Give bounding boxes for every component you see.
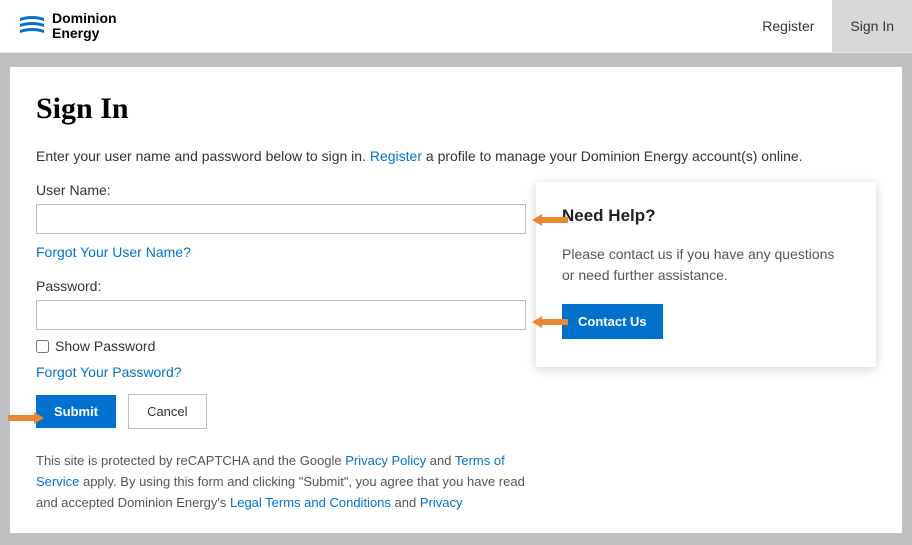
button-row: Submit Cancel [36, 394, 526, 429]
password-label: Password: [36, 278, 526, 294]
footer-t4: and [391, 495, 420, 510]
dominion-logo-icon [18, 12, 46, 40]
footer-t1: This site is protected by reCAPTCHA and … [36, 453, 345, 468]
help-panel: Need Help? Please contact us if you have… [536, 182, 876, 367]
show-password-checkbox[interactable] [36, 340, 49, 353]
intro-register-link[interactable]: Register [370, 148, 422, 164]
brand-logo[interactable]: Dominion Energy [18, 11, 117, 42]
username-group: User Name: Forgot Your User Name? [36, 182, 526, 260]
legal-link[interactable]: Legal Terms and Conditions [230, 495, 391, 510]
nav-register[interactable]: Register [744, 0, 832, 52]
intro-text: Enter your user name and password below … [36, 148, 876, 164]
signin-card: Sign In Enter your user name and passwor… [10, 67, 902, 533]
forgot-password-link[interactable]: Forgot Your Password? [36, 364, 182, 380]
footer-disclaimer: This site is protected by reCAPTCHA and … [36, 451, 526, 513]
password-group: Password: [36, 278, 526, 330]
contact-us-button[interactable]: Contact Us [562, 304, 663, 339]
top-header: Dominion Energy Register Sign In [0, 0, 912, 53]
help-title: Need Help? [562, 206, 850, 226]
page-wrapper: Sign In Enter your user name and passwor… [0, 67, 912, 545]
form-column: User Name: Forgot Your User Name? Passwo… [36, 182, 526, 513]
page-title: Sign In [36, 92, 876, 126]
cancel-button[interactable]: Cancel [128, 394, 206, 429]
brand-line1: Dominion [52, 11, 117, 26]
username-input[interactable] [36, 204, 526, 234]
privacy-policy-link[interactable]: Privacy Policy [345, 453, 426, 468]
nav-signin[interactable]: Sign In [832, 0, 912, 52]
top-nav: Register Sign In [744, 0, 912, 52]
privacy-link[interactable]: Privacy [420, 495, 463, 510]
footer-t2: and [426, 453, 455, 468]
brand-line2: Energy [52, 26, 117, 41]
forgot-username-link[interactable]: Forgot Your User Name? [36, 244, 191, 260]
password-input[interactable] [36, 300, 526, 330]
help-body: Please contact us if you have any questi… [562, 244, 850, 286]
intro-prefix: Enter your user name and password below … [36, 148, 370, 164]
form-area: User Name: Forgot Your User Name? Passwo… [36, 182, 876, 513]
brand-text: Dominion Energy [52, 11, 117, 42]
username-label: User Name: [36, 182, 526, 198]
intro-suffix: a profile to manage your Dominion Energy… [422, 148, 803, 164]
show-password-label: Show Password [55, 338, 155, 354]
submit-button[interactable]: Submit [36, 395, 116, 428]
gray-band [0, 53, 912, 67]
show-password-row: Show Password [36, 338, 526, 354]
